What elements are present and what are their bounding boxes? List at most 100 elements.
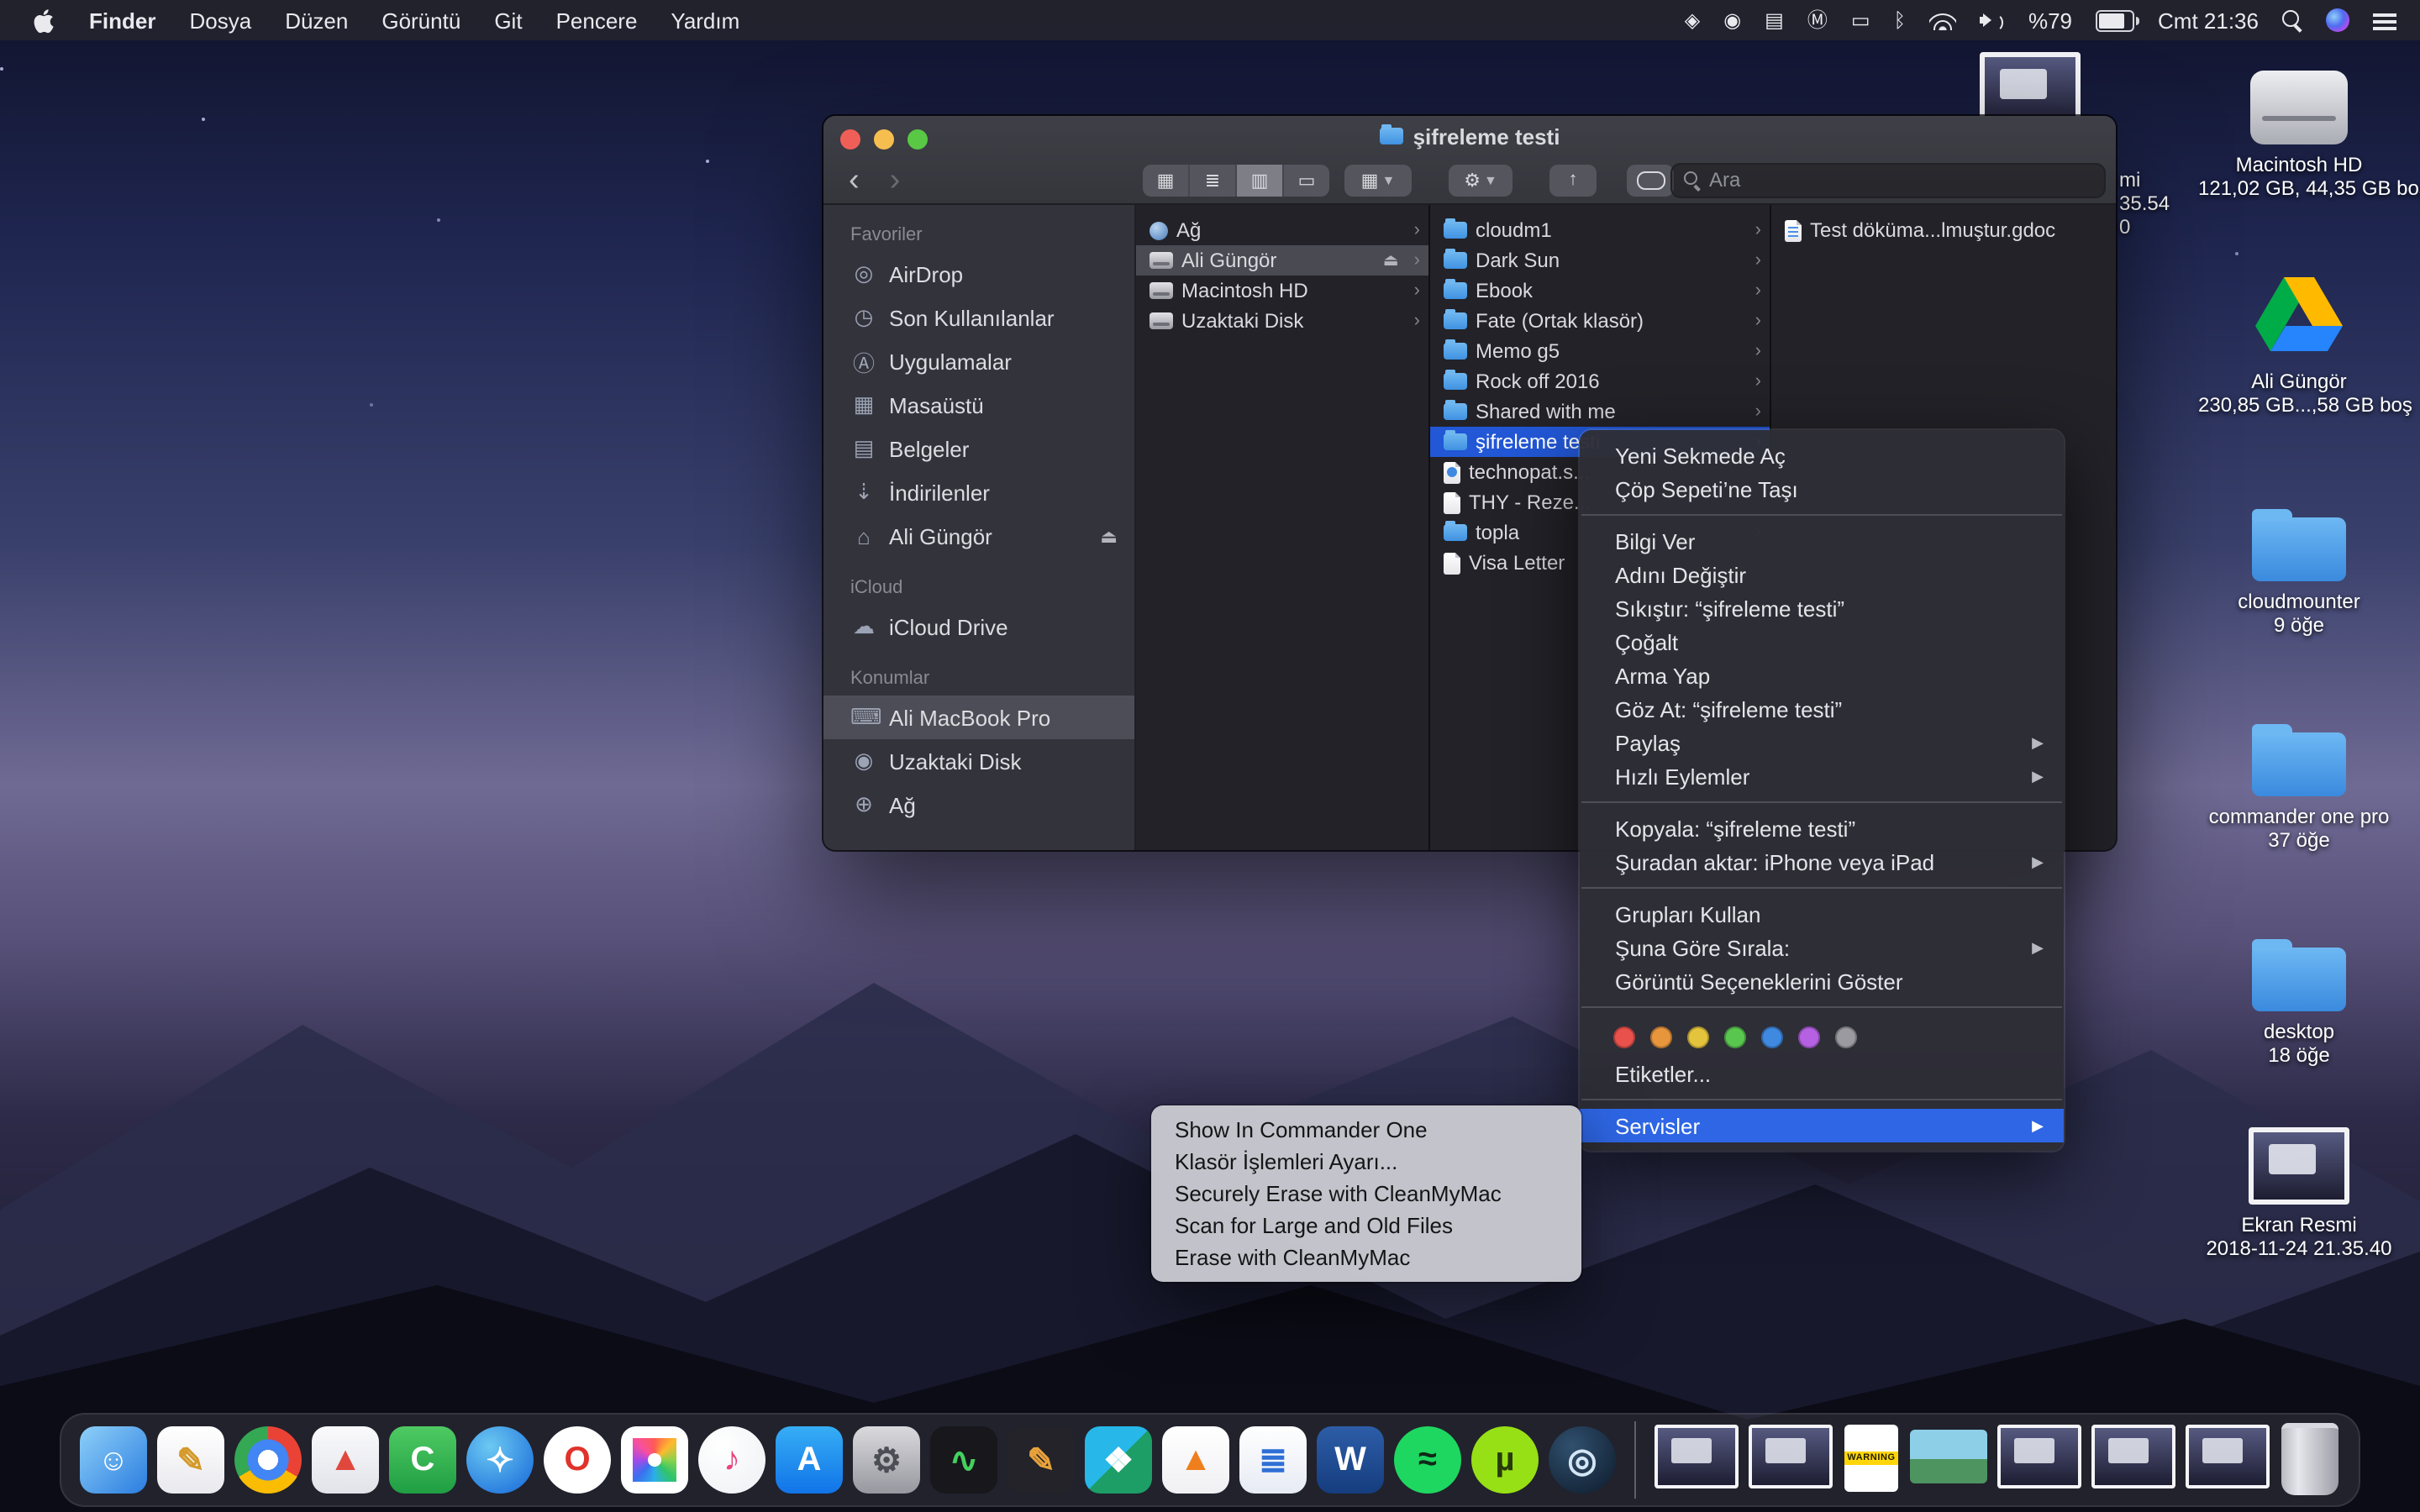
sidebar-item-son-kullan-lanlar[interactable]: ◷Son Kullanılanlar bbox=[823, 296, 1134, 339]
forward-button[interactable]: › bbox=[875, 164, 916, 196]
sidebar-item-airdrop[interactable]: ◎AirDrop bbox=[823, 252, 1134, 296]
context-item-gruplar-kullan[interactable]: Grupları Kullan bbox=[1580, 897, 2064, 931]
volume-icon[interactable] bbox=[1980, 11, 2005, 29]
screenshot-preview-2[interactable] bbox=[1749, 1425, 1833, 1488]
tag-color-3[interactable] bbox=[1687, 1026, 1709, 1047]
bluetooth-icon[interactable]: ᛒ bbox=[1894, 10, 1906, 30]
screenshot-preview-3[interactable] bbox=[1997, 1425, 2081, 1488]
menu-pencere[interactable]: Pencere bbox=[539, 8, 655, 33]
screenshot-preview-1[interactable] bbox=[1655, 1425, 1739, 1488]
screen-record-icon[interactable]: ◉ bbox=[1723, 10, 1741, 30]
boot-camp-icon[interactable]: ◈ bbox=[1685, 10, 1700, 30]
file-row-shared-with-me[interactable]: Shared with me› bbox=[1430, 396, 1770, 427]
menu-dosya[interactable]: Dosya bbox=[172, 8, 268, 33]
display-icon[interactable]: ▭ bbox=[1851, 10, 1870, 30]
context-item-o-alt[interactable]: Çoğalt bbox=[1580, 625, 2064, 659]
icon-view-button[interactable]: ▦ bbox=[1143, 164, 1190, 196]
context-item-g-r-nt-se-eneklerini-g-ster[interactable]: Görüntü Seçeneklerini Göster bbox=[1580, 964, 2064, 998]
context-item-h-zl-eylemler[interactable]: Hızlı Eylemler▶ bbox=[1580, 759, 2064, 793]
service-item-klas-r-i-lemleri-ayar[interactable]: Klasör İşlemleri Ayarı... bbox=[1151, 1146, 1581, 1178]
document-app[interactable]: ≣ bbox=[1239, 1426, 1307, 1494]
tag-color-5[interactable] bbox=[1761, 1026, 1783, 1047]
service-item-erase-with-cleanmymac[interactable]: Erase with CleanMyMac bbox=[1151, 1242, 1581, 1273]
desktop-icon-commander-one-pro-folder[interactable]: commander one pro37 öğe bbox=[2198, 719, 2400, 852]
sidebar-item-a[interactable]: ⊕Ağ bbox=[823, 783, 1134, 827]
chrome[interactable] bbox=[234, 1426, 302, 1494]
window-header[interactable]: şifreleme testi ‹ › ▦ ≣ ▥ ▭ ▦▼ ⚙▼ ↑ Ara bbox=[823, 116, 2116, 205]
back-button[interactable]: ‹ bbox=[834, 164, 875, 196]
file-row-memo-g5[interactable]: Memo g5› bbox=[1430, 336, 1770, 366]
file-row-rock-off-2016[interactable]: Rock off 2016› bbox=[1430, 366, 1770, 396]
app-store[interactable]: A bbox=[776, 1426, 843, 1494]
context-item-una-g-re-s-rala[interactable]: Şuna Göre Sırala:▶ bbox=[1580, 931, 2064, 964]
finder[interactable]: ☺ bbox=[80, 1426, 147, 1494]
service-item-scan-for-large-and-old-files[interactable]: Scan for Large and Old Files bbox=[1151, 1210, 1581, 1242]
service-item-securely-erase-with-cleanmymac[interactable]: Securely Erase with CleanMyMac bbox=[1151, 1178, 1581, 1210]
file-row-ebook[interactable]: Ebook› bbox=[1430, 276, 1770, 306]
search-field[interactable]: Ara bbox=[1670, 162, 2106, 197]
screenshot-preview-5[interactable] bbox=[2186, 1425, 2270, 1488]
context-item-g-z-at-ifreleme-testi[interactable]: Göz At: “şifreleme testi” bbox=[1580, 692, 2064, 726]
context-item-yeni-sekmede-a[interactable]: Yeni Sekmede Aç bbox=[1580, 438, 2064, 472]
file-row-ali-g-ng-r[interactable]: Ali Güngör⏏› bbox=[1136, 245, 1428, 276]
share-button[interactable]: ↑ bbox=[1549, 164, 1597, 196]
tag-color-1[interactable] bbox=[1613, 1026, 1635, 1047]
tag-color-6[interactable] bbox=[1798, 1026, 1820, 1047]
sidebar-item-i-ndirilenler[interactable]: ⇣İndirilenler bbox=[823, 470, 1134, 514]
cpu-icon[interactable]: ▤ bbox=[1765, 10, 1784, 30]
monogram-m-icon[interactable]: Ⓜ bbox=[1807, 10, 1828, 30]
gallery-view-button[interactable]: ▭ bbox=[1284, 164, 1329, 196]
sidebar-item-ali-g-ng-r[interactable]: ⌂Ali Güngör⏏ bbox=[823, 514, 1134, 558]
steam[interactable]: ◎ bbox=[1549, 1426, 1616, 1494]
context-item-payla[interactable]: Paylaş▶ bbox=[1580, 726, 2064, 759]
tag-color-2[interactable] bbox=[1650, 1026, 1672, 1047]
opera[interactable]: O bbox=[544, 1426, 611, 1494]
menu-g-r-nt[interactable]: Görüntü bbox=[365, 8, 477, 33]
photos[interactable] bbox=[621, 1426, 688, 1494]
media-app[interactable]: ❖ bbox=[1085, 1426, 1152, 1494]
eject-icon[interactable]: ⏏ bbox=[1100, 525, 1118, 547]
context-item-uradan-aktar-iphone-veya-ipad[interactable]: Şuradan aktar: iPhone veya iPad▶ bbox=[1580, 845, 2064, 879]
sidebar-item-icloud-drive[interactable]: ☁iCloud Drive bbox=[823, 605, 1134, 648]
tag-color-7[interactable] bbox=[1835, 1026, 1857, 1047]
safari[interactable]: ✧ bbox=[466, 1426, 534, 1494]
desktop-icon-ekran-resmi-screenshot[interactable]: Ekran Resmi2018-11-24 21.35.40 bbox=[2198, 1122, 2400, 1260]
wifi-icon[interactable] bbox=[1929, 11, 1956, 29]
file-row-cloudm1[interactable]: cloudm1› bbox=[1430, 215, 1770, 245]
file-row-dark-sun[interactable]: Dark Sun› bbox=[1430, 245, 1770, 276]
notes-app[interactable]: ✎ bbox=[157, 1426, 224, 1494]
utorrent[interactable]: µ bbox=[1471, 1426, 1539, 1494]
service-item-show-in-commander-one[interactable]: Show In Commander One bbox=[1151, 1114, 1581, 1146]
graphics-app[interactable]: ✎ bbox=[1007, 1426, 1075, 1494]
desktop-icon-desktop-folder[interactable]: desktop18 öğe bbox=[2198, 934, 2400, 1067]
trash[interactable] bbox=[2281, 1422, 2338, 1494]
spotify[interactable]: ≈ bbox=[1394, 1426, 1461, 1494]
minimize-button[interactable] bbox=[874, 129, 894, 150]
action-menu-button[interactable]: ⚙▼ bbox=[1449, 164, 1512, 196]
context-item-servisler[interactable]: Servisler▶ bbox=[1580, 1109, 2064, 1142]
file-row-macintosh-hd[interactable]: Macintosh HD› bbox=[1136, 276, 1428, 306]
activity-monitor[interactable]: ∿ bbox=[930, 1426, 997, 1494]
apple-menu[interactable] bbox=[17, 8, 72, 33]
menu-yard-m[interactable]: Yardım bbox=[654, 8, 756, 33]
vlc[interactable]: ▲ bbox=[1162, 1426, 1229, 1494]
list-view-button[interactable]: ≣ bbox=[1190, 164, 1237, 196]
sidebar-item-ali-macbook-pro[interactable]: ⌨Ali MacBook Pro bbox=[823, 696, 1134, 739]
context-item-etiketler[interactable]: Etiketler... bbox=[1580, 1057, 2064, 1090]
word[interactable]: W bbox=[1317, 1426, 1384, 1494]
photo-preview[interactable] bbox=[1910, 1430, 1987, 1483]
sidebar-item-masa-st[interactable]: ▦Masaüstü bbox=[823, 383, 1134, 427]
context-item-bilgi-ver[interactable]: Bilgi Ver bbox=[1580, 524, 2064, 558]
desktop-icon-cloudmounter-folder[interactable]: cloudmounter9 öğe bbox=[2198, 504, 2400, 637]
tag-color-4[interactable] bbox=[1724, 1026, 1746, 1047]
warning-document[interactable]: WARNING bbox=[1844, 1425, 1898, 1492]
file-row-test-d-k-ma-lmu-tur-gdoc[interactable]: Test döküma...lmuştur.gdoc bbox=[1771, 215, 2116, 245]
sidebar-item-uygulamalar[interactable]: ⒶUygulamalar bbox=[823, 339, 1134, 383]
file-row-a[interactable]: Ağ› bbox=[1136, 215, 1428, 245]
context-item-kopyala-ifreleme-testi[interactable]: Kopyala: “şifreleme testi” bbox=[1580, 811, 2064, 845]
spotlight-icon[interactable] bbox=[2282, 10, 2302, 30]
itunes[interactable]: ♪ bbox=[698, 1426, 765, 1494]
file-row-fate-ortak-klas-r[interactable]: Fate (Ortak klasör)› bbox=[1430, 306, 1770, 336]
tags-button[interactable] bbox=[1627, 164, 1674, 196]
close-button[interactable] bbox=[840, 129, 860, 150]
